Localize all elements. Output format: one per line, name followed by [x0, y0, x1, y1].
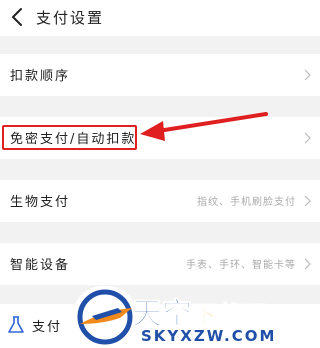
row-value: 手表、手环、智能卡等	[186, 260, 296, 271]
chevron-right-icon	[304, 195, 311, 207]
settings-row-deduction-order[interactable]: 扣款顺序	[0, 54, 320, 96]
row-label: 智能设备	[10, 258, 71, 273]
row-label: 扣款顺序	[10, 69, 71, 84]
header-bar: 支付设置	[0, 0, 320, 36]
back-arrow-icon[interactable]	[8, 7, 28, 27]
watermark-brand-orange: 下载玩	[191, 301, 268, 331]
flask-icon	[8, 316, 24, 333]
chevron-right-icon	[304, 69, 311, 81]
page-title: 支付设置	[36, 9, 105, 27]
row-label: 支付	[32, 320, 63, 335]
row-value: 指纹、手机刷脸支付	[197, 197, 296, 208]
watermark-logo	[72, 286, 138, 348]
highlight-box	[2, 125, 137, 150]
settings-row-smart-devices[interactable]: 智能设备 手表、手环、智能卡等	[0, 243, 320, 285]
row-label: 生物支付	[10, 195, 71, 210]
plane-logo-icon	[77, 289, 133, 345]
watermark-url: SKYXZW.COM	[141, 327, 277, 345]
settings-row-biometric-payment[interactable]: 生物支付 指纹、手机刷脸支付	[0, 180, 320, 222]
chevron-right-icon	[304, 132, 311, 144]
chevron-right-icon	[304, 258, 311, 270]
